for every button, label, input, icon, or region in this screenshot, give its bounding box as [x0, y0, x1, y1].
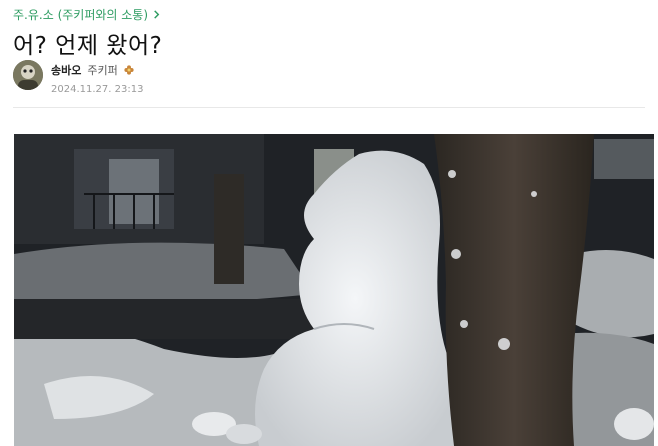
board-link[interactable]: 주.유.소 (주키퍼와의 소통) — [13, 6, 161, 23]
post-title: 어? 언제 왔어? — [13, 33, 163, 59]
author-info: 송바오 주키퍼 2024.11.27. 23:13 — [13, 60, 143, 95]
author-nickname[interactable]: 송바오 — [51, 62, 81, 78]
avatar[interactable] — [13, 60, 43, 90]
author-grade: 주키퍼 — [87, 64, 118, 77]
flower-badge-icon — [124, 65, 134, 75]
chevron-right-icon — [154, 10, 160, 19]
post-date: 2024.11.27. 23:13 — [51, 84, 144, 95]
divider — [13, 107, 645, 108]
board-name: 주.유.소 (주키퍼와의 소통) — [13, 8, 149, 22]
post-photo — [14, 134, 654, 446]
